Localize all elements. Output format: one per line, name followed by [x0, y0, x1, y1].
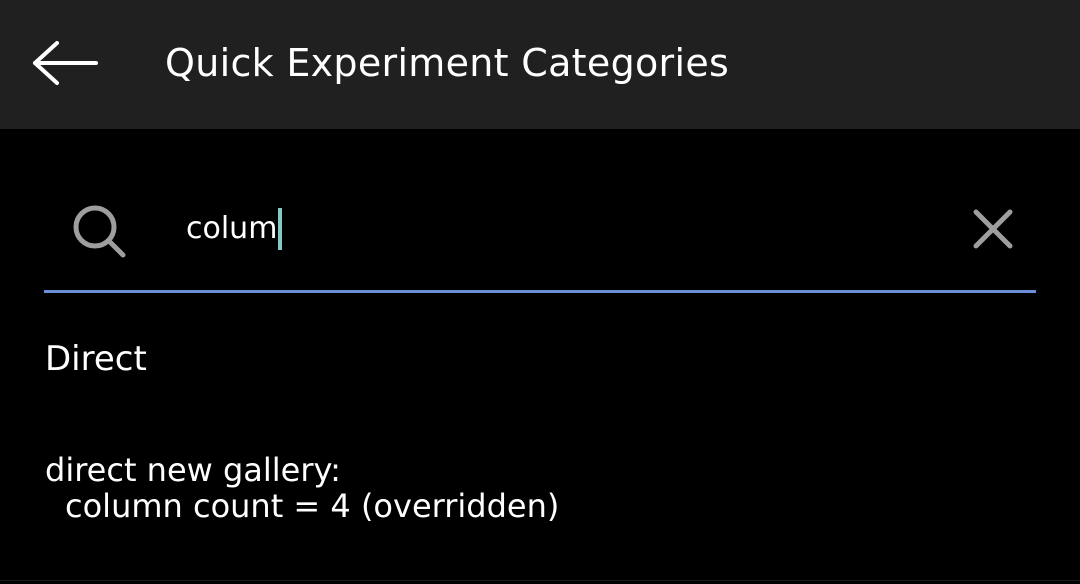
arrow-left-icon	[33, 41, 98, 85]
clear-search-button[interactable]	[962, 198, 1024, 260]
search-input[interactable]	[186, 204, 946, 254]
close-icon	[973, 209, 1013, 249]
list-item[interactable]: direct new gallery: column count = 4 (ov…	[45, 452, 1035, 524]
text-caret	[278, 208, 283, 250]
divider	[0, 580, 1080, 581]
experiment-value: column count = 4 (overridden)	[65, 487, 560, 525]
experiment-title: direct new gallery:	[45, 451, 341, 489]
search-bar	[44, 168, 1036, 293]
search-icon	[73, 205, 126, 258]
search-underline	[44, 290, 1036, 293]
page-title: Quick Experiment Categories	[165, 41, 730, 85]
section-header-direct: Direct	[45, 339, 147, 379]
back-button[interactable]	[22, 28, 106, 98]
app-bar: Quick Experiment Categories	[0, 0, 1080, 129]
